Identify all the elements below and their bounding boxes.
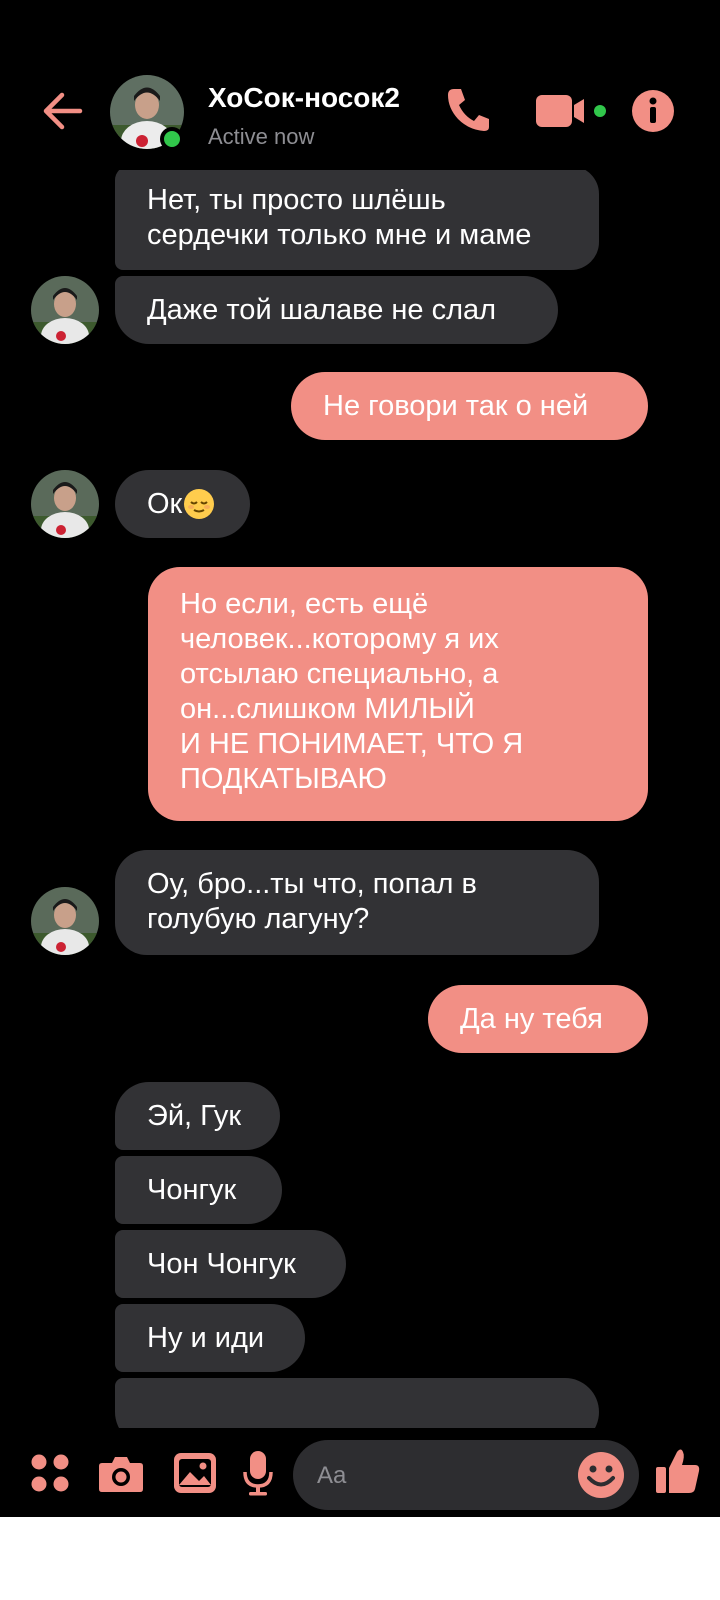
info-button[interactable]: [631, 89, 675, 138]
message-text: Эй, Гук: [147, 1099, 242, 1132]
back-button[interactable]: [38, 86, 88, 136]
message-text-line: сердечки только мне и маме: [147, 219, 532, 251]
like-button[interactable]: [655, 1446, 701, 1501]
message-incoming[interactable]: Ну и иди: [115, 1304, 305, 1372]
message-list[interactable]: Нет, ты просто шлёшь сердечки только мне…: [0, 0, 720, 1428]
message-outgoing[interactable]: Не говори так о ней: [291, 372, 648, 440]
arrow-left-icon: [43, 92, 83, 130]
info-icon: [632, 90, 674, 132]
message-input[interactable]: Aa: [293, 1440, 639, 1510]
camera-button[interactable]: [98, 1455, 144, 1498]
message-text: Да ну тебя: [460, 1002, 603, 1035]
message-text: Не говори так о ней: [323, 389, 589, 422]
message-text-line: Нет, ты просто шлёшь: [147, 184, 446, 216]
chat-header: ХоСок-носок2 Active now: [0, 0, 720, 170]
message-text: Ну и иди: [147, 1321, 265, 1354]
message-incoming[interactable]: Ок: [115, 470, 250, 538]
phone-icon: [448, 89, 489, 131]
contact-name[interactable]: ХоСок-носок2: [208, 82, 400, 114]
message-text: Чонгук: [147, 1173, 237, 1206]
message-text: Даже той шалаве не слал: [147, 293, 497, 326]
voice-button[interactable]: [242, 1450, 274, 1501]
contact-avatar[interactable]: [31, 887, 99, 955]
message-incoming[interactable]: Чонгук: [115, 1156, 282, 1224]
message-outgoing[interactable]: Да ну тебя: [428, 985, 648, 1053]
message-incoming[interactable]: Эй, Гук: [115, 1082, 280, 1150]
message-text: Ок: [147, 487, 183, 520]
image-icon: [174, 1453, 216, 1493]
message-input-placeholder: Aa: [317, 1462, 347, 1489]
message-text-line: И НЕ ПОНИМАЕТ, ЧТО Я: [180, 728, 524, 760]
contact-avatar[interactable]: [31, 470, 99, 538]
message-text-line: он...слишком МИЛЫЙ: [180, 693, 475, 725]
contact-avatar[interactable]: [31, 276, 99, 344]
message-outgoing[interactable]: Но если, есть ещё человек...которому я и…: [148, 567, 648, 821]
message-incoming[interactable]: Нет, ты просто шлёшь сердечки только мне…: [115, 166, 599, 270]
message-text-line: голубую лагуну?: [147, 903, 370, 935]
message-composer: Aa: [0, 1428, 720, 1517]
message-incoming-partial[interactable]: [115, 1378, 599, 1428]
contact-status: Active now: [208, 124, 315, 149]
message-text-line: ПОДКАТЫВАЮ: [180, 763, 387, 795]
menu-button[interactable]: [30, 1453, 70, 1498]
call-button[interactable]: [444, 85, 492, 140]
chat-screen: Нет, ты просто шлёшь сердечки только мне…: [0, 0, 720, 1517]
message-incoming[interactable]: Даже той шалаве не слал: [115, 276, 558, 344]
video-call-button[interactable]: [536, 93, 612, 134]
gallery-button[interactable]: [173, 1452, 217, 1499]
message-incoming[interactable]: Чон Чонгук: [115, 1230, 346, 1298]
message-incoming[interactable]: Оу, бро...ты что, попал в голубую лагуну…: [115, 850, 599, 955]
thumbs-up-icon: [656, 1449, 700, 1493]
microphone-icon: [243, 1451, 273, 1496]
online-indicator: [160, 127, 184, 151]
relieved-face-emoji-icon: [184, 489, 215, 519]
emoji-button[interactable]: [577, 1451, 625, 1499]
video-camera-icon: [536, 95, 606, 127]
message-text-line: Но если, есть ещё: [180, 588, 429, 620]
message-text: Чон Чонгук: [147, 1247, 296, 1280]
four-dots-icon: [31, 1454, 69, 1492]
camera-icon: [99, 1457, 143, 1492]
message-text-line: человек...которому я их: [180, 623, 499, 655]
message-text-line: отсылаю специально, а: [180, 658, 499, 690]
message-text-line: Оу, бро...ты что, попал в: [147, 868, 477, 900]
smiley-icon: [578, 1452, 624, 1498]
